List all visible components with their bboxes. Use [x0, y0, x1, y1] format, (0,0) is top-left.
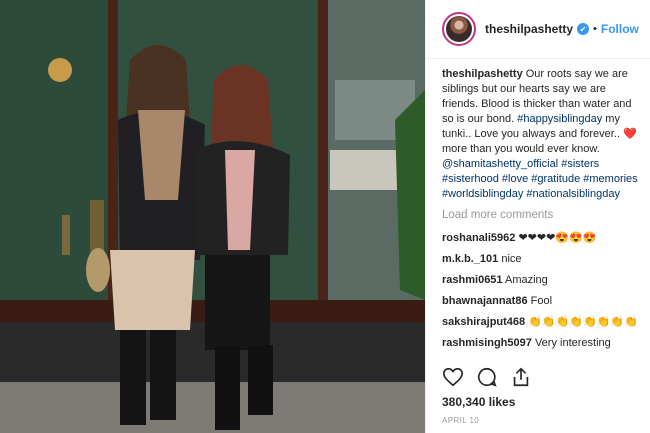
comment-text: Amazing	[505, 274, 548, 286]
comment-item: rashmisingh5097 Very interesting	[442, 336, 638, 351]
post-header: theshilpashetty ✔ • Follow	[426, 0, 650, 59]
comment-username[interactable]: rashmisingh5097	[442, 337, 532, 349]
comment-item: bhawnajannat86 Fool	[442, 294, 638, 309]
comment-item: m.k.b._101 nice	[442, 252, 638, 267]
mention-link[interactable]: @shamitashetty_official	[442, 158, 558, 170]
comment-username[interactable]: sakshirajput468	[442, 316, 525, 328]
avatar[interactable]	[442, 12, 476, 46]
comment-username[interactable]: rashmi0651	[442, 274, 503, 286]
hashtag-link[interactable]: #happysiblingday	[517, 113, 602, 125]
comment-username[interactable]: m.k.b._101	[442, 253, 498, 265]
comment-item: rashmi0651 Amazing	[442, 273, 638, 288]
comment-icon[interactable]	[476, 366, 498, 388]
comment-text: nice	[501, 253, 522, 265]
load-more-comments-button[interactable]: Load more comments	[442, 208, 638, 223]
verified-badge-icon: ✔	[577, 23, 590, 35]
comment-text: ❤❤❤❤😍😍😍	[518, 232, 597, 244]
comment-username[interactable]: roshanali5962	[442, 232, 515, 244]
comment-text: Fool	[530, 295, 553, 307]
avatar-image	[446, 16, 472, 42]
caption-username[interactable]: theshilpashetty	[442, 68, 523, 80]
post-actions	[442, 366, 532, 388]
comment-text: Very interesting	[534, 337, 611, 349]
share-icon[interactable]	[510, 366, 532, 388]
post-photo[interactable]	[0, 0, 425, 433]
post-date: APRIL 10	[442, 416, 480, 425]
username-link[interactable]: theshilpashetty	[485, 22, 573, 36]
comment-item: sakshirajput468 👏👏👏👏👏👏👏👏	[442, 315, 638, 330]
heart-icon[interactable]	[442, 366, 464, 388]
follow-button[interactable]: Follow	[601, 22, 639, 36]
caption: theshilpashetty Our roots say we are sib…	[442, 67, 638, 202]
post-sidebar: theshilpashetty ✔ • Follow theshilpashet…	[425, 0, 650, 433]
comments-section: theshilpashetty Our roots say we are sib…	[426, 59, 650, 351]
likes-count[interactable]: 380,340 likes	[442, 395, 515, 409]
comment-item: roshanali5962 ❤❤❤❤😍😍😍	[442, 231, 638, 246]
post-photo-illustration	[0, 0, 425, 433]
comment-text: 👏👏👏👏👏👏👏👏	[528, 316, 638, 328]
instagram-post: theshilpashetty ✔ • Follow theshilpashet…	[0, 0, 650, 433]
separator-dot: •	[593, 23, 597, 35]
comment-username[interactable]: bhawnajannat86	[442, 295, 528, 307]
